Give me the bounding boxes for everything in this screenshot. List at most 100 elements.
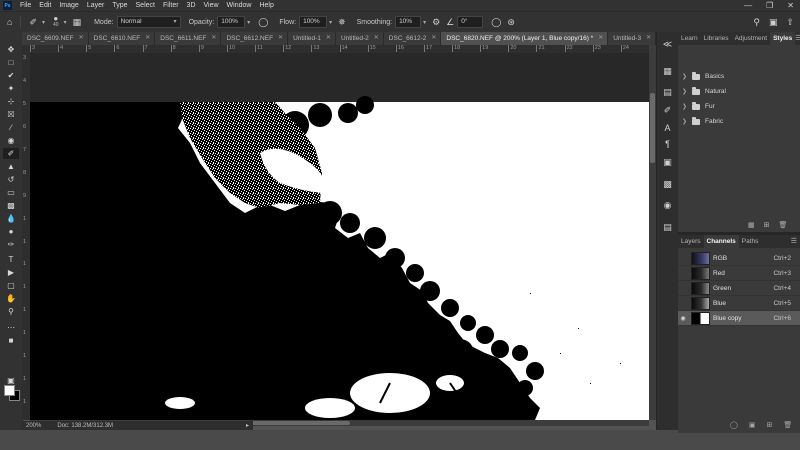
menu-view[interactable]: View [200,0,223,11]
close-icon[interactable]: ✕ [598,32,603,45]
pen-tool-icon[interactable]: ✑ [3,239,19,250]
menu-type[interactable]: Type [108,0,131,11]
menu-3d[interactable]: 3D [183,0,200,11]
tab-untitled-3[interactable]: Untitled-3 ✕ [608,32,657,45]
chevron-down-icon[interactable]: ▾ [64,19,67,26]
zoom-level[interactable]: 200% [26,423,41,429]
opacity-field[interactable]: 100% [217,16,246,28]
document-canvas[interactable] [30,53,649,420]
new-channel-icon[interactable]: ⊞ [766,421,772,429]
style-group-basics[interactable]: ❯ Basics [682,71,724,80]
character-panel-icon[interactable]: A [661,122,674,134]
home-icon[interactable]: ⌂ [7,17,12,27]
path-select-icon[interactable]: ▶ [3,267,19,278]
history-brush-icon[interactable]: ↺ [3,174,19,185]
menu-edit[interactable]: Edit [35,0,55,11]
brush-settings-icon[interactable]: ▦ [73,17,82,28]
chevron-down-icon[interactable]: ▾ [329,19,332,26]
tab-dsc-6609[interactable]: DSC_6609.NEF ✕ [22,32,89,45]
eraser-icon[interactable]: ▭ [3,187,19,198]
tab-untitled-2[interactable]: Untitled-2 ✕ [335,32,384,45]
symmetry-icon[interactable]: ⊛ [507,17,515,28]
paragraph-panel-icon[interactable]: ¶ [661,138,674,150]
workspace-icon[interactable]: ▣ [769,17,778,28]
close-icon[interactable]: ✕ [374,32,379,45]
channel-row-green[interactable]: Green Ctrl+4 [678,281,800,296]
brush-tool-icon[interactable]: ✐ [3,148,19,159]
menu-select[interactable]: Select [132,0,159,11]
lasso-tool-icon[interactable]: ✔ [3,70,19,81]
tab-libraries[interactable]: Libraries [701,32,732,45]
tab-dsc-6610[interactable]: DSC_6610.NEF ✕ [88,32,156,45]
close-icon[interactable]: ✕ [787,1,794,10]
panel-menu-icon[interactable]: ☰ [791,235,800,248]
share-icon[interactable]: ⇧ [786,17,794,28]
channel-row-blue[interactable]: Blue Ctrl+5 [678,296,800,311]
mode-select[interactable]: Normal ▾ [116,16,181,28]
blur-tool-icon[interactable]: 💧 [3,213,19,224]
brush-preset-picker[interactable]: ● 40 [53,15,59,29]
brush-angle-icon[interactable]: ∠ [446,17,454,28]
tab-layers[interactable]: Layers [678,235,704,248]
menu-filter[interactable]: Filter [159,0,183,11]
menu-window[interactable]: Window [223,0,256,11]
status-menu-arrow-icon[interactable]: ▸ [246,422,253,429]
trash-icon[interactable]: 🗑 [783,421,792,429]
ruler-origin[interactable] [22,45,30,53]
style-group-natural[interactable]: ❯ Natural [682,86,726,95]
hand-tool-icon[interactable]: ✋ [3,293,19,304]
swatches-panel-icon[interactable]: ▩ [661,178,674,190]
style-group-fabric[interactable]: ❯ Fabric [682,116,723,125]
close-icon[interactable]: ✕ [145,32,150,45]
flow-field[interactable]: 100% [299,16,328,28]
scrollbar-thumb[interactable] [650,93,655,163]
menu-file[interactable]: File [16,0,35,11]
actions-panel-icon[interactable]: ▤ [661,221,674,233]
default-colors-icon[interactable]: ■ [3,335,19,346]
eye-icon[interactable]: ◉ [678,315,688,322]
tab-adjustment[interactable]: Adjustment [732,32,771,45]
close-icon[interactable]: ✕ [278,32,283,45]
channel-row-blue-copy[interactable]: ◉ Blue copy Ctrl+6 [678,311,800,326]
menu-help[interactable]: Help [255,0,277,11]
channel-row-red[interactable]: Red Ctrl+3 [678,266,800,281]
brush-panel-icon[interactable]: ✐ [661,104,674,116]
tab-styles[interactable]: Styles [770,32,796,45]
chevron-down-icon[interactable]: ▾ [42,19,45,26]
tab-learn[interactable]: Learn [678,32,701,45]
close-icon[interactable]: ✕ [326,32,331,45]
move-tool-icon[interactable]: ✥ [3,44,19,55]
healing-brush-icon[interactable]: ◉ [3,135,19,146]
save-selection-icon[interactable]: ▣ [749,421,756,429]
airbrush-icon[interactable]: ✵ [338,17,346,28]
new-style-icon[interactable]: ⊞ [764,221,770,229]
tab-dsc-6612[interactable]: DSC_6612.NEF ✕ [221,32,289,45]
smoothing-field[interactable]: 10% [395,16,422,28]
rectangle-tool-icon[interactable]: ▢ [3,280,19,291]
type-tool-icon[interactable]: T [3,254,19,265]
history-panel-icon[interactable]: ▦ [661,65,674,77]
clone-stamp-icon[interactable]: ▲ [3,161,19,172]
close-icon[interactable]: ✕ [211,32,216,45]
tab-dsc-6611[interactable]: DSC_6611.NEF ✕ [155,32,222,45]
tab-untitled-1[interactable]: Untitled-1 ✕ [288,32,336,45]
search-icon[interactable]: ⚲ [753,17,760,28]
zoom-tool-icon[interactable]: ⚲ [3,306,19,317]
vertical-scrollbar[interactable] [649,45,656,420]
magic-wand-icon[interactable]: ✦ [3,83,19,94]
marquee-tool-icon[interactable]: □ [3,57,19,68]
foreground-color-swatch[interactable] [4,385,15,396]
eyedropper-icon[interactable]: ∕ [3,122,19,133]
menu-image[interactable]: Image [55,0,82,11]
pressure-opacity-icon[interactable]: ◯ [258,17,268,28]
tab-dsc-6820-active[interactable]: DSC_6820.NEF @ 200% (Layer 1, Blue copy/… [441,32,609,45]
pressure-size-icon[interactable]: ◯ [491,17,501,28]
close-icon[interactable]: ✕ [646,32,651,45]
trash-icon[interactable]: 🗑 [779,221,788,229]
more-tools-icon[interactable]: ⋯ [3,322,19,333]
angle-field[interactable]: 0° [457,16,484,28]
frame-tool-icon[interactable]: ☒ [3,109,19,120]
gradient-icon[interactable]: ▩ [3,200,19,211]
close-icon[interactable]: ✕ [431,32,436,45]
tab-dsc-6612-2[interactable]: DSC_6612-2 ✕ [383,32,442,45]
